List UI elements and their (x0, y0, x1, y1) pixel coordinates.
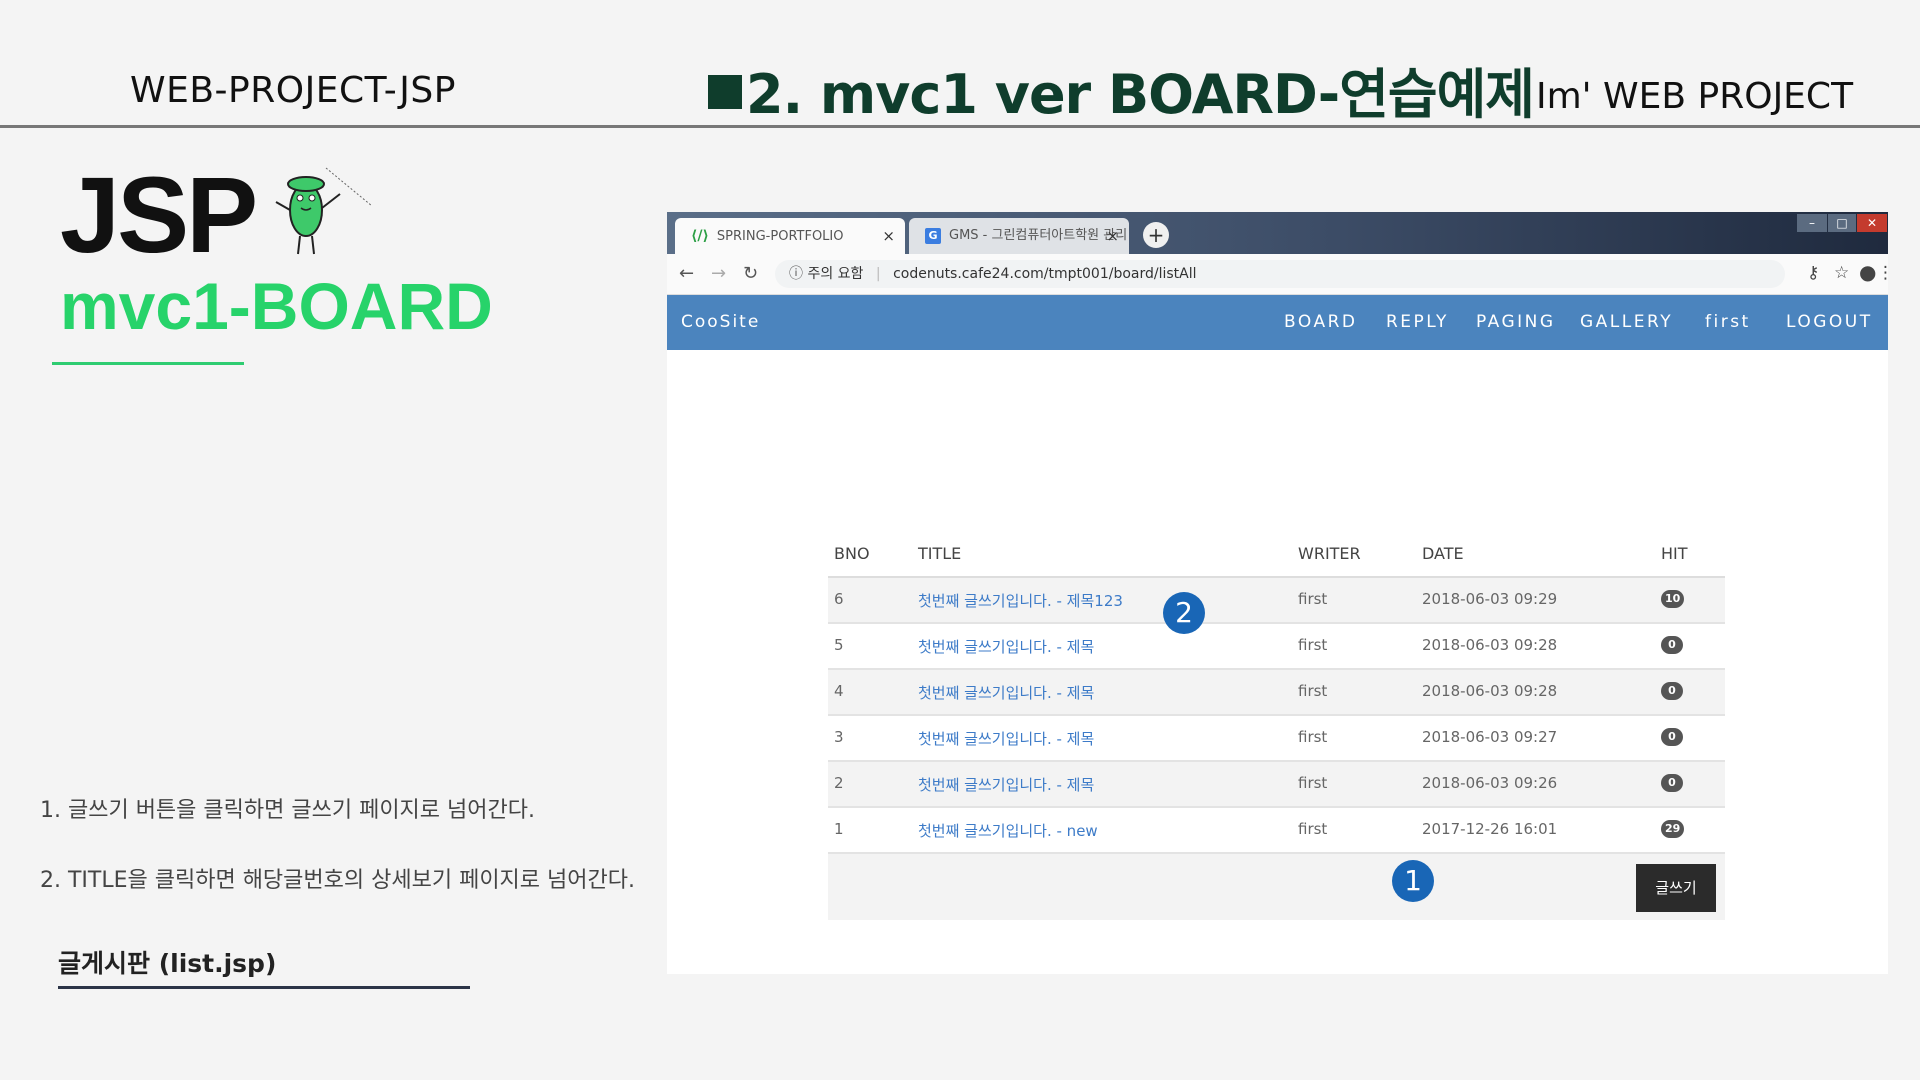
hit-badge: 0 (1661, 774, 1683, 792)
square-bullet-icon (708, 75, 742, 109)
hit-badge: 0 (1661, 636, 1683, 654)
security-label: 주의 요함 (807, 266, 864, 282)
code-icon: ⟨/⟩ (691, 228, 709, 244)
browser-window: ⟨/⟩ SPRING-PORTFOLIO × G GMS - 그린컴퓨터아트학원 관… (667, 212, 1888, 974)
hit-badge: 10 (1661, 590, 1685, 608)
page-label-underline (58, 986, 470, 989)
row-date: 2017-12-26 16:01 (1422, 820, 1558, 838)
row-writer: first (1298, 682, 1328, 700)
row-bno: 2 (834, 774, 844, 792)
table-row: 5 첫번째 글쓰기입니다. - 제목 first 2018-06-03 09:2… (828, 624, 1725, 670)
board-table: BNO TITLE WRITER DATE HIT 6 첫번째 글쓰기입니다. … (828, 532, 1725, 920)
jsp-logo: JSP (60, 154, 258, 275)
row-writer: first (1298, 820, 1328, 838)
slide-title-text: 2. mvc1 ver BOARD-연습예제 (746, 63, 1535, 126)
nav-first[interactable]: first (1705, 312, 1751, 332)
table-footer: 글쓰기 (828, 854, 1725, 920)
star-icon[interactable]: ☆ (1834, 263, 1849, 283)
back-icon[interactable]: ← (679, 263, 694, 284)
table-header: BNO TITLE WRITER DATE HIT (828, 532, 1725, 578)
column-title: TITLE (918, 544, 962, 563)
nav-reply[interactable]: REPLY (1386, 312, 1449, 332)
row-writer: first (1298, 590, 1328, 608)
hit-badge: 0 (1661, 728, 1683, 746)
row-bno: 6 (834, 590, 844, 608)
window-close-button[interactable]: ✕ (1857, 214, 1887, 232)
tab-gms[interactable]: G GMS - 그린컴퓨터아트학원 관리 × (909, 218, 1129, 254)
row-title-link[interactable]: 첫번째 글쓰기입니다. - 제목123 (918, 590, 1123, 611)
header-divider (0, 125, 1920, 128)
g-icon: G (925, 227, 941, 244)
row-title-link[interactable]: 첫번째 글쓰기입니다. - 제목 (918, 728, 1094, 749)
table-row: 3 첫번째 글쓰기입니다. - 제목 first 2018-06-03 09:2… (828, 716, 1725, 762)
note-title-click: 2. TITLE을 클릭하면 해당글번호의 상세보기 페이지로 넘어간다. (40, 868, 635, 893)
address-bar: ← → ↻ ⓘ 주의 요함 | codenuts.cafe24.com/tmpt… (667, 254, 1888, 295)
hit-badge: 29 (1661, 820, 1685, 838)
row-bno: 3 (834, 728, 844, 746)
url-text: codenuts.cafe24.com/tmpt001/board/listAl… (893, 266, 1197, 282)
reload-icon[interactable]: ↻ (743, 263, 758, 284)
site-brand[interactable]: CooSite (681, 312, 760, 332)
row-bno: 5 (834, 636, 844, 654)
nav-board[interactable]: BOARD (1284, 312, 1357, 332)
row-writer: first (1298, 636, 1328, 654)
minimize-button[interactable]: – (1797, 214, 1827, 232)
column-writer: WRITER (1298, 544, 1361, 563)
menu-icon[interactable]: ⋮ (1877, 263, 1888, 283)
nav-paging[interactable]: PAGING (1476, 312, 1556, 332)
row-date: 2018-06-03 09:26 (1422, 774, 1558, 792)
row-bno: 4 (834, 682, 844, 700)
row-title-link[interactable]: 첫번째 글쓰기입니다. - new (918, 820, 1098, 841)
tab-label: SPRING-PORTFOLIO (716, 229, 844, 244)
row-writer: first (1298, 728, 1328, 746)
url-separator: | (875, 266, 881, 282)
close-icon[interactable]: × (882, 218, 895, 254)
info-icon: ⓘ (789, 266, 803, 282)
nav-logout[interactable]: LOGOUT (1786, 312, 1873, 332)
row-bno: 1 (834, 820, 844, 838)
site-navbar: CooSite BOARD REPLY PAGING GALLERY first… (667, 295, 1888, 350)
row-title-link[interactable]: 첫번째 글쓰기입니다. - 제목 (918, 636, 1094, 657)
note-write-button: 1. 글쓰기 버튼을 클릭하면 글쓰기 페이지로 넘어간다. (40, 798, 535, 823)
nav-gallery[interactable]: GALLERY (1580, 312, 1673, 332)
row-writer: first (1298, 774, 1328, 792)
tab-spring-portfolio[interactable]: ⟨/⟩ SPRING-PORTFOLIO × (675, 218, 905, 254)
row-date: 2018-06-03 09:27 (1422, 728, 1558, 746)
callout-marker-2: 2 (1163, 592, 1205, 634)
table-row: 2 첫번째 글쓰기입니다. - 제목 first 2018-06-03 09:2… (828, 762, 1725, 808)
url-input[interactable]: ⓘ 주의 요함 | codenuts.cafe24.com/tmpt001/bo… (775, 260, 1785, 288)
subtitle-underline (52, 362, 244, 365)
tab-bar: ⟨/⟩ SPRING-PORTFOLIO × G GMS - 그린컴퓨터아트학원 관… (667, 212, 1888, 254)
column-date: DATE (1422, 544, 1464, 563)
section-subtitle: mvc1-BOARD (60, 269, 493, 343)
close-icon[interactable]: × (1106, 218, 1119, 254)
slide-title: 2. mvc1 ver BOARD-연습예제 (708, 50, 1535, 129)
page-label: 글게시판 (list.jsp) (58, 949, 277, 978)
maximize-button[interactable]: □ (1828, 214, 1856, 232)
hit-badge: 0 (1661, 682, 1683, 700)
column-hit: HIT (1661, 544, 1688, 563)
new-tab-button[interactable]: + (1143, 222, 1169, 248)
row-date: 2018-06-03 09:28 (1422, 636, 1558, 654)
column-bno: BNO (834, 544, 870, 563)
project-label: WEB-PROJECT-JSP (130, 70, 456, 111)
table-row: 4 첫번째 글쓰기입니다. - 제목 first 2018-06-03 09:2… (828, 670, 1725, 716)
project-brand: Im' WEB PROJECT (1536, 76, 1854, 117)
row-date: 2018-06-03 09:28 (1422, 682, 1558, 700)
key-icon[interactable]: ⚷ (1807, 263, 1819, 283)
table-row: 6 첫번째 글쓰기입니다. - 제목123 first 2018-06-03 0… (828, 578, 1725, 624)
forward-icon[interactable]: → (711, 263, 726, 284)
account-icon[interactable]: ● (1859, 260, 1876, 284)
row-title-link[interactable]: 첫번째 글쓰기입니다. - 제목 (918, 682, 1094, 703)
row-title-link[interactable]: 첫번째 글쓰기입니다. - 제목 (918, 774, 1094, 795)
write-post-button[interactable]: 글쓰기 (1636, 864, 1716, 912)
callout-marker-1: 1 (1392, 860, 1434, 902)
mascot-icon (275, 167, 373, 255)
tab-label: GMS - 그린컴퓨터아트학원 관리 (949, 228, 1128, 243)
table-row: 1 첫번째 글쓰기입니다. - new first 2017-12-26 16:… (828, 808, 1725, 854)
row-date: 2018-06-03 09:29 (1422, 590, 1558, 608)
